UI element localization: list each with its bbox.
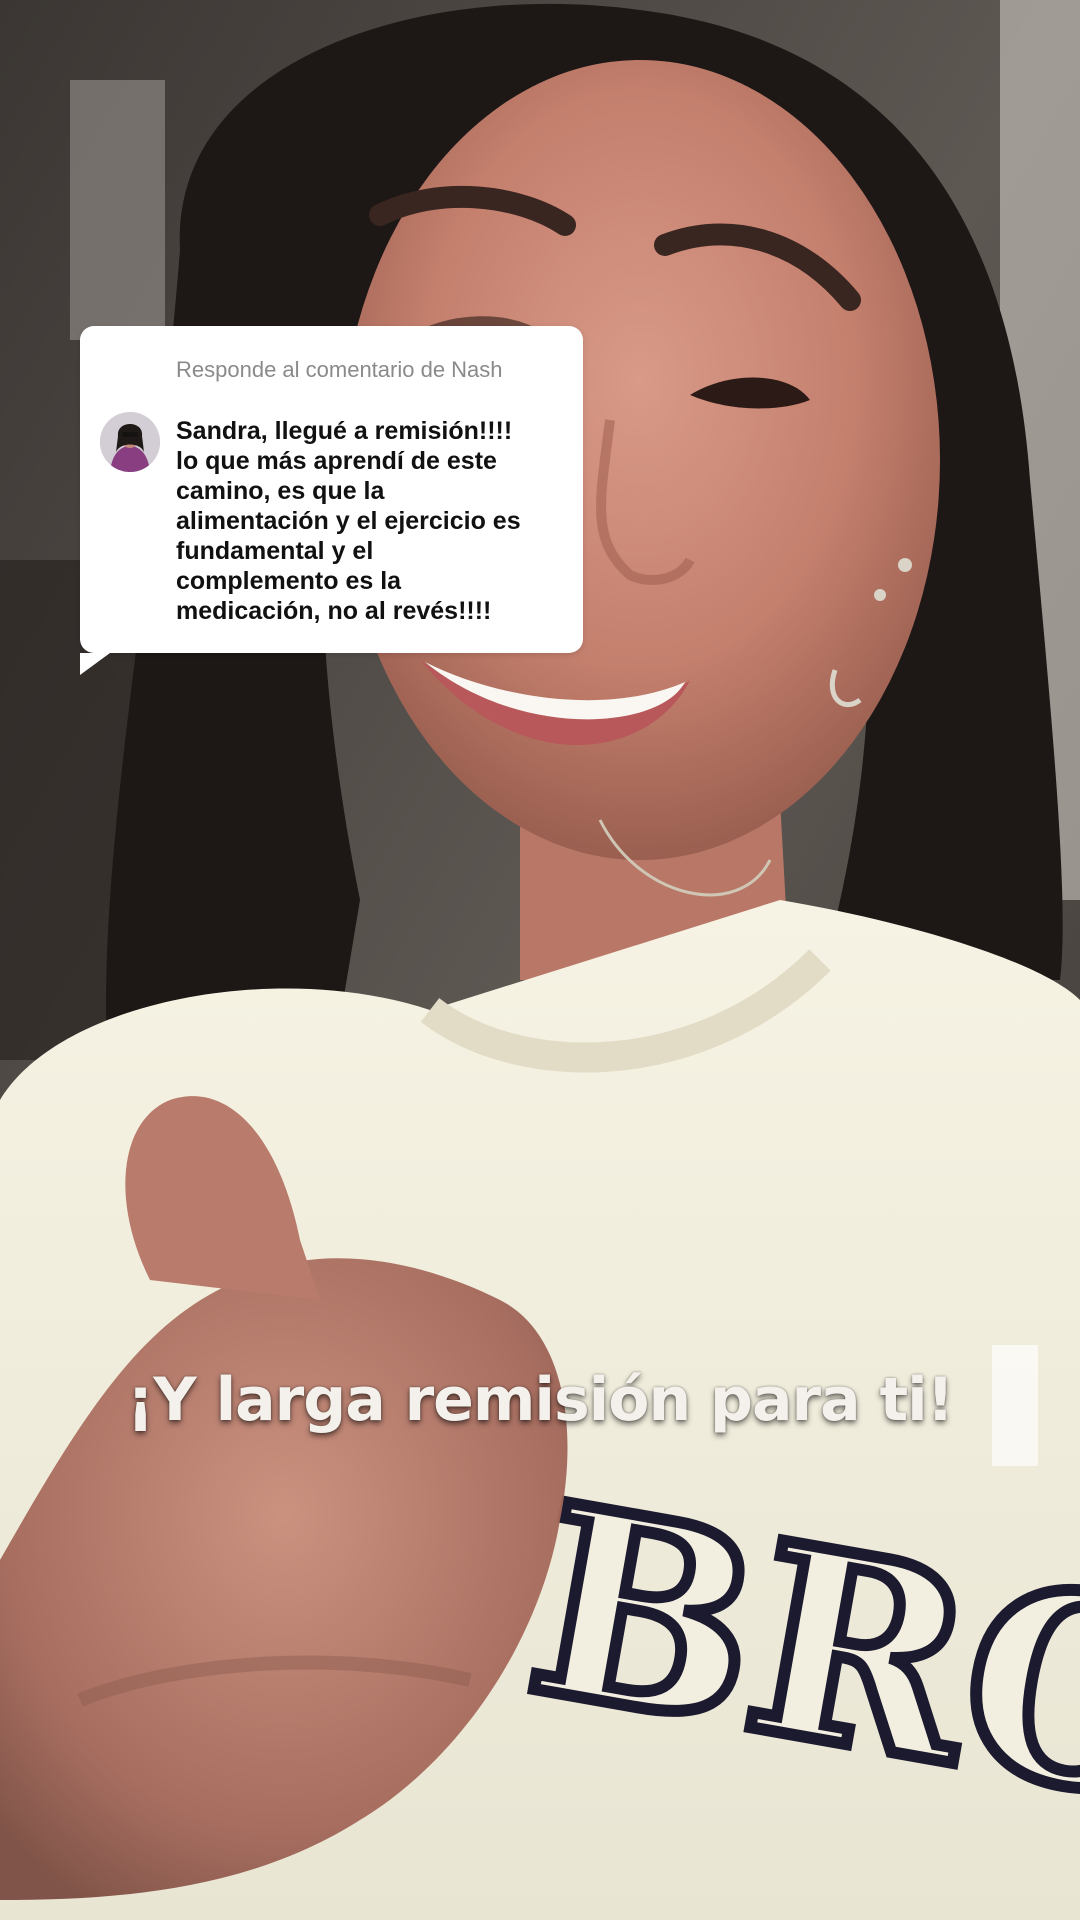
commenter-avatar[interactable]: [100, 412, 160, 472]
reply-comment-card[interactable]: Responde al comentario de Nash Sandra, l…: [80, 326, 583, 675]
video-frame[interactable]: BRO Responde al comentario de Nash Sandr…: [0, 0, 1080, 1920]
video-caption: ¡Y larga remisión para ti!: [126, 1365, 954, 1435]
reply-comment-text: Sandra, llegué a remisión!!!! lo que más…: [176, 417, 521, 625]
video-scene: BRO: [0, 0, 1080, 1920]
reply-header: Responde al comentario de Nash: [176, 357, 503, 382]
reply-card-tail: [80, 653, 110, 675]
caption-cursor: [992, 1345, 1038, 1466]
